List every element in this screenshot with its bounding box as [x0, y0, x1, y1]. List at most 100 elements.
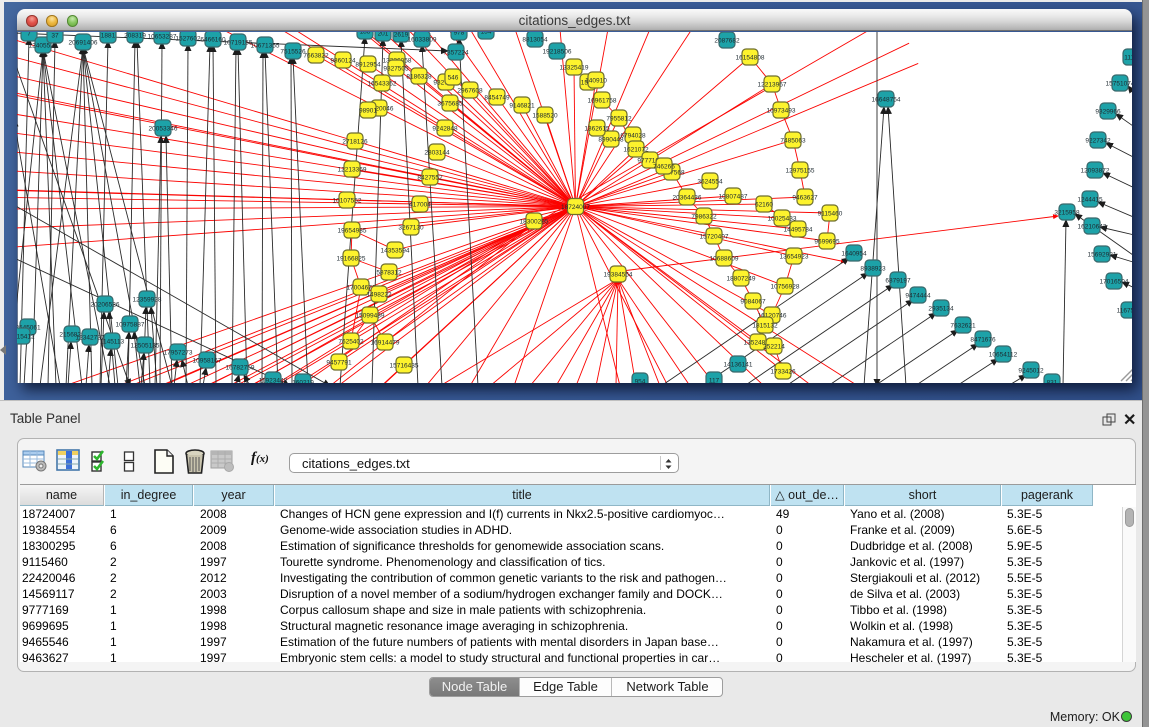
svg-text:10653287: 10653287 [148, 33, 177, 40]
svg-text:1362615: 1362615 [584, 125, 610, 132]
svg-text:19218506: 19218506 [543, 48, 572, 55]
svg-text:9463627: 9463627 [792, 194, 818, 201]
svg-text:1640954: 1640954 [841, 250, 867, 257]
svg-text:14495784: 14495784 [784, 226, 813, 233]
svg-text:7632621: 7632621 [950, 322, 976, 329]
svg-text:17957273: 17957273 [164, 349, 193, 356]
svg-text:1527602: 1527602 [175, 35, 201, 42]
svg-text:5878312: 5878312 [376, 269, 402, 276]
svg-text:9115460: 9115460 [818, 210, 843, 217]
svg-text:15692921: 15692921 [1088, 251, 1117, 258]
svg-text:3624554: 3624554 [697, 178, 723, 185]
svg-text:1815132: 1815132 [752, 322, 778, 329]
svg-text:12975155: 12975155 [786, 167, 815, 174]
svg-text:8813054: 8813054 [522, 36, 548, 43]
svg-text:19384554: 19384554 [604, 271, 633, 278]
svg-text:7485063: 7485063 [780, 137, 806, 144]
svg-text:11923448: 11923448 [259, 377, 288, 383]
svg-text:12359928: 12359928 [133, 296, 162, 303]
svg-text:3675685: 3675685 [437, 100, 463, 107]
svg-text:160219: 160219 [292, 379, 314, 383]
svg-text:16154808: 16154808 [736, 54, 765, 61]
svg-text:252214: 252214 [763, 343, 785, 350]
svg-text:10958167: 10958167 [193, 357, 222, 364]
svg-text:17016504: 17016504 [1100, 278, 1129, 285]
svg-text:1498222: 1498222 [366, 291, 392, 298]
svg-text:16782759: 16782759 [226, 364, 255, 371]
svg-text:62160: 62160 [755, 201, 773, 208]
svg-text:9327505: 9327505 [383, 65, 409, 72]
svg-text:9242848: 9242848 [432, 125, 458, 132]
svg-text:98901: 98901 [359, 107, 377, 114]
svg-text:2087682: 2087682 [714, 37, 740, 44]
svg-text:10107552: 10107552 [333, 197, 362, 204]
svg-text:1145113: 1145113 [100, 338, 125, 345]
svg-text:2718126: 2718126 [342, 138, 368, 145]
svg-text:10807487: 10807487 [719, 193, 748, 200]
svg-text:16914479: 16914479 [371, 339, 400, 346]
svg-text:9084067: 9084067 [740, 298, 766, 305]
svg-text:9699695: 9699695 [814, 238, 840, 245]
svg-text:188: 188 [360, 32, 371, 35]
svg-text:8471676: 8471676 [970, 336, 996, 343]
svg-text:10688609: 10688609 [710, 255, 739, 262]
svg-text:3915412: 3915412 [17, 333, 35, 340]
svg-text:208319: 208319 [124, 32, 146, 39]
svg-text:15751074: 15751074 [1106, 80, 1132, 87]
svg-text:1167534: 1167534 [1117, 307, 1132, 314]
svg-text:10756928: 10756928 [771, 283, 800, 290]
svg-text:19166825: 19166825 [337, 255, 366, 262]
svg-text:9474444: 9474444 [905, 292, 931, 299]
svg-text:18807249: 18807249 [727, 275, 756, 282]
svg-text:18300295: 18300295 [520, 218, 549, 225]
svg-text:7955812: 7955812 [606, 115, 632, 122]
svg-text:1881: 1881 [101, 32, 116, 39]
svg-text:140910: 140910 [585, 77, 607, 84]
svg-text:16033809: 16033809 [408, 36, 437, 43]
svg-text:1733426: 1733426 [770, 368, 796, 375]
svg-text:7: 7 [27, 32, 31, 37]
svg-text:10671355: 10671355 [251, 42, 280, 49]
svg-text:9146821: 9146821 [509, 102, 535, 109]
svg-text:15720407: 15720407 [700, 233, 729, 240]
svg-text:6794028: 6794028 [620, 132, 646, 139]
svg-text:18724007: 18724007 [561, 204, 590, 211]
svg-text:8454749: 8454749 [484, 94, 510, 101]
svg-text:10975887: 10975887 [116, 321, 145, 328]
svg-text:831: 831 [1047, 379, 1058, 383]
svg-text:7515526: 7515526 [280, 48, 306, 55]
svg-text:14136141: 14136141 [724, 361, 753, 368]
svg-text:9329966: 9329966 [1095, 108, 1121, 115]
svg-text:12213369: 12213369 [338, 166, 367, 173]
svg-text:154: 154 [481, 32, 492, 35]
svg-text:16210643: 16210643 [1078, 223, 1107, 230]
svg-text:16543362: 16543362 [368, 80, 397, 87]
svg-text:10719155: 10719155 [224, 39, 253, 46]
svg-text:1588520: 1588520 [532, 112, 558, 119]
svg-text:7986322: 7986322 [691, 213, 717, 220]
svg-text:9457791: 9457791 [326, 359, 352, 366]
svg-text:746266: 746266 [653, 163, 675, 170]
svg-text:8938923: 8938923 [860, 265, 886, 272]
svg-text:954: 954 [635, 378, 646, 383]
svg-text:417004: 417004 [409, 201, 431, 208]
svg-text:13325419: 13325419 [560, 64, 589, 71]
svg-text:201: 201 [378, 32, 389, 37]
svg-text:3215958: 3215958 [1054, 209, 1080, 216]
svg-text:19654985: 19654985 [338, 227, 367, 234]
svg-text:37: 37 [51, 32, 59, 39]
svg-text:7663822: 7663822 [303, 52, 329, 59]
svg-text:8427552: 8427552 [417, 174, 443, 181]
svg-text:6879197: 6879197 [885, 277, 911, 284]
svg-text:2619: 2619 [394, 32, 409, 38]
svg-text:3267130: 3267130 [398, 224, 424, 231]
svg-text:15716435: 15716435 [390, 362, 419, 369]
svg-text:20364436: 20364436 [673, 194, 702, 201]
svg-text:8912954: 8912954 [355, 61, 381, 68]
svg-text:8186328: 8186328 [406, 73, 432, 80]
svg-text:20206526: 20206526 [91, 301, 120, 308]
svg-text:2967608: 2967608 [457, 87, 483, 94]
svg-text:9227342: 9227342 [1085, 137, 1111, 144]
svg-text:2935134: 2935134 [928, 305, 954, 312]
svg-text:12505135: 12505135 [131, 342, 160, 349]
